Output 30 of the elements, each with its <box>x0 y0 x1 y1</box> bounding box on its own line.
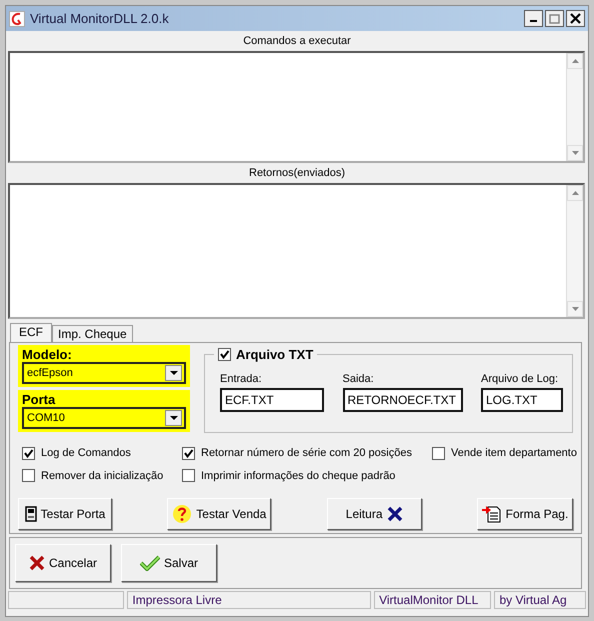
checkbox-label: Retornar número de série com 20 posições <box>201 446 412 461</box>
field-label: Saida: <box>342 372 375 387</box>
section-label: Retornos(enviados) <box>249 167 345 179</box>
action-button[interactable]: Forma Pag. <box>476 498 573 530</box>
status-panel: Impressora Livre <box>127 591 372 609</box>
text-field[interactable]: LOG.TXT <box>481 388 563 412</box>
tab[interactable]: ECF <box>10 323 52 342</box>
field-label: Arquivo de Log: <box>481 372 560 387</box>
group-title: Arquivo TXT <box>236 346 314 364</box>
checkbox-label: Vende item departamento <box>451 446 577 461</box>
action-button[interactable]: Testar Porta <box>18 498 112 530</box>
checkbox-label: Imprimir informações do cheque padrão <box>201 468 396 484</box>
footer-button[interactable]: Cancelar <box>15 544 111 582</box>
action-button[interactable]: Testar Venda <box>167 498 272 530</box>
tab[interactable]: Imp. Cheque <box>52 325 133 342</box>
field-label: Porta <box>22 392 56 407</box>
section-label: Comandos a executar <box>243 35 351 47</box>
footer-button[interactable]: Salvar <box>121 544 217 582</box>
window-title: Virtual MonitorDLL 2.0.k <box>30 10 170 28</box>
text-field[interactable]: RETORNOECF.TXT <box>342 388 462 412</box>
status-panel: VirtualMonitor DLL <box>374 591 492 609</box>
checkbox-label: Log de Comandos <box>41 446 131 461</box>
text-field[interactable]: ECF.TXT <box>220 388 324 412</box>
dropdown[interactable]: COM10 <box>22 406 186 429</box>
checkbox-label: Remover da inicialização <box>41 468 164 484</box>
dropdown[interactable]: ecfEpson <box>22 362 186 384</box>
field-label: Modelo: <box>22 347 73 362</box>
action-button[interactable]: Leitura <box>326 498 422 530</box>
status-panel: by Virtual Ag <box>494 591 586 609</box>
field-label: Entrada: <box>220 372 263 387</box>
